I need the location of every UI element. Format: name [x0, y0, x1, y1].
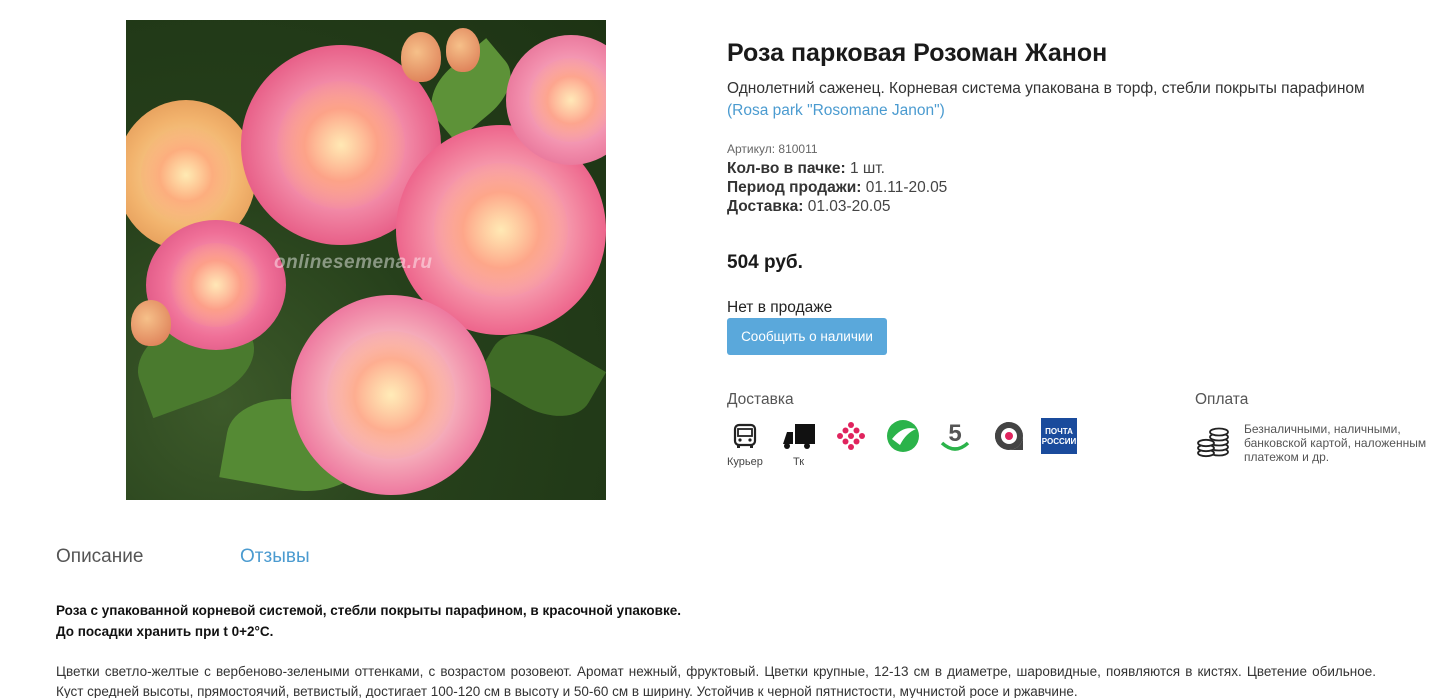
delivery-period-value: 01.03-20.05 — [807, 198, 891, 215]
coins-icon — [1195, 424, 1231, 460]
sale-period: Период продажи: 01.11-20.05 — [727, 179, 947, 197]
delivery-caption-courier: Курьер — [727, 456, 763, 468]
product-subtitle: Однолетний саженец. Корневая система упа… — [727, 80, 1365, 97]
rose-bud — [401, 32, 441, 82]
notify-availability-button[interactable]: Сообщить о наличии — [727, 318, 887, 355]
pack-qty-label: Кол-во в пачке: — [727, 160, 846, 177]
truck-icon[interactable] — [781, 418, 817, 454]
product-price: 504 руб. — [727, 252, 803, 273]
description-bold-line: Роза с упакованной корневой системой, ст… — [56, 603, 681, 618]
svg-text:5: 5 — [948, 420, 961, 447]
latin-name: (Rosa park "Rosomane Janon") — [727, 102, 945, 119]
delivery-period-label: Доставка: — [727, 198, 804, 215]
rose-pink-bottom — [291, 295, 491, 495]
stock-status: Нет в продаже — [727, 299, 833, 316]
sale-period-value: 01.11-20.05 — [865, 179, 948, 196]
delivery-heading: Доставка — [727, 391, 794, 408]
bus-icon[interactable] — [727, 418, 763, 454]
delivery-caption-tk: Тк — [793, 456, 805, 468]
delivery-period: Доставка: 01.03-20.05 — [727, 198, 890, 216]
description-body: Цветки светло-желтые с вербеново-зеленым… — [56, 664, 1376, 698]
rose-bud — [131, 300, 171, 346]
tab-reviews[interactable]: Отзывы — [240, 546, 310, 568]
dots-cross-icon[interactable] — [833, 418, 869, 454]
svg-text:ПОЧТА: ПОЧТА — [1045, 427, 1073, 436]
green-ball-icon[interactable] — [885, 418, 921, 454]
svg-text:РОССИИ: РОССИИ — [1042, 437, 1077, 446]
pack-qty: Кол-во в пачке: 1 шт. — [727, 160, 885, 178]
pack-qty-value: 1 шт. — [849, 160, 885, 177]
image-watermark: onlinesemena.ru — [274, 252, 433, 273]
description-bold-line: До посадки хранить при t 0+2°C. — [56, 624, 274, 639]
payment-text: Безналичными, наличными, банковской карт… — [1244, 422, 1427, 464]
pochta-rossii-icon[interactable]: ПОЧТА РОССИИ — [1041, 418, 1077, 454]
five-icon[interactable]: 5 — [937, 418, 973, 454]
product-sku: Артикул: 810011 — [727, 142, 818, 156]
sale-period-label: Период продажи: — [727, 179, 862, 196]
rose-bud — [446, 28, 480, 72]
payment-heading: Оплата — [1195, 391, 1249, 408]
product-image[interactable]: onlinesemena.ru — [126, 20, 606, 500]
product-title: Роза парковая Розоман Жанон — [727, 39, 1108, 67]
record-icon[interactable] — [991, 418, 1027, 454]
tab-description[interactable]: Описание — [56, 546, 143, 568]
